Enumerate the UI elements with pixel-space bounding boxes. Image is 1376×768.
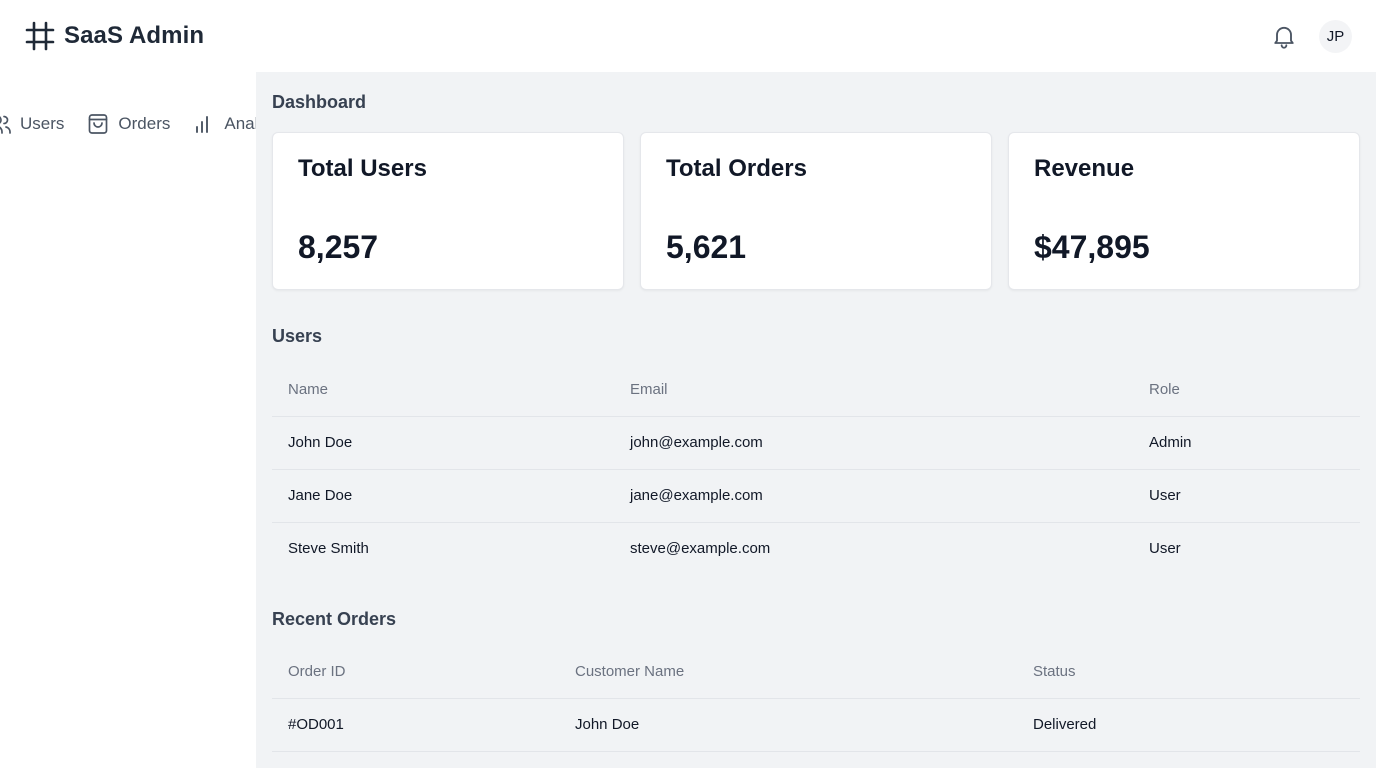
column-header-email[interactable]: Email xyxy=(614,363,1133,417)
stat-card-value: 5,621 xyxy=(666,229,747,265)
users-icon xyxy=(0,115,11,134)
sidebar-item-users[interactable]: Users xyxy=(0,112,64,136)
users-table: Name Email Role John Doe john@example.co… xyxy=(272,363,1360,575)
user-role-cell: Admin xyxy=(1133,416,1360,470)
order-id-cell: #OD001 xyxy=(272,698,559,752)
column-header-order-id[interactable]: Order ID xyxy=(272,645,559,699)
order-status-cell: Delivered xyxy=(1017,698,1360,752)
stat-card-label: Total Users xyxy=(298,155,427,182)
sidebar: Users Orders Analytics xyxy=(0,72,256,768)
stat-card-revenue: Revenue $47,895 xyxy=(1008,132,1360,290)
page-title: Dashboard xyxy=(272,92,367,112)
stat-card-value: $47,895 xyxy=(1034,229,1150,265)
user-email-cell: john@example.com xyxy=(614,416,1133,470)
brand-title: SaaS Admin xyxy=(64,22,205,49)
main-content: Dashboard Total Users 8,257 Total Orders… xyxy=(256,72,1376,768)
orders-section-title: Recent Orders xyxy=(272,609,397,629)
user-role-cell: User xyxy=(1133,469,1360,523)
stat-card-total-users: Total Users 8,257 xyxy=(272,132,624,290)
stat-card-total-orders: Total Orders 5,621 xyxy=(640,132,992,290)
bell-icon[interactable] xyxy=(1270,22,1298,50)
user-email-cell: jane@example.com xyxy=(614,469,1133,523)
sidebar-item-label: Analytics xyxy=(224,114,256,133)
sidebar-item-label: Orders xyxy=(118,114,171,133)
column-header-status[interactable]: Status xyxy=(1017,645,1360,699)
table-row[interactable]: Steve Smith steve@example.com User xyxy=(272,522,1360,575)
user-email-cell: steve@example.com xyxy=(630,540,771,558)
stats-cards: Total Users 8,257 Total Orders 5,621 Rev… xyxy=(272,132,1360,290)
brand[interactable]: SaaS Admin xyxy=(24,18,204,54)
top-header: SaaS Admin JP xyxy=(0,0,1376,72)
sidebar-nav: Users Orders Analytics xyxy=(0,112,256,136)
user-name-cell: John Doe xyxy=(272,416,614,470)
table-header-row: Name Email Role xyxy=(272,363,1360,417)
user-avatar[interactable]: JP xyxy=(1319,20,1352,53)
column-header-name[interactable]: Name xyxy=(272,363,614,417)
user-name-cell: Steve Smith xyxy=(288,540,369,558)
sidebar-item-label: Users xyxy=(20,114,65,133)
stat-card-value: 8,257 xyxy=(298,229,379,265)
users-section-title: Users xyxy=(272,326,323,346)
column-header-role[interactable]: Role xyxy=(1133,363,1360,417)
sidebar-item-orders[interactable]: Orders xyxy=(86,112,170,136)
customer-name-cell: John Doe xyxy=(559,698,1017,752)
hash-icon xyxy=(25,21,55,51)
shopping-bag-icon xyxy=(89,114,108,134)
user-role-cell: User xyxy=(1149,540,1181,558)
stat-card-label: Total Orders xyxy=(666,155,807,182)
column-header-customer-name[interactable]: Customer Name xyxy=(559,645,1017,699)
table-row[interactable]: Jane Doe jane@example.com User xyxy=(272,469,1360,523)
table-row[interactable]: John Doe john@example.com Admin xyxy=(272,416,1360,470)
stat-card-label: Revenue xyxy=(1034,155,1135,182)
sidebar-item-analytics[interactable]: Analytics xyxy=(192,112,256,136)
bar-chart-icon xyxy=(196,116,209,133)
table-row[interactable]: #OD001 John Doe Delivered xyxy=(272,698,1360,752)
user-name-cell: Jane Doe xyxy=(272,469,614,523)
table-header-row: Order ID Customer Name Status xyxy=(272,645,1360,699)
orders-table: Order ID Customer Name Status #OD001 Joh… xyxy=(272,645,1360,752)
